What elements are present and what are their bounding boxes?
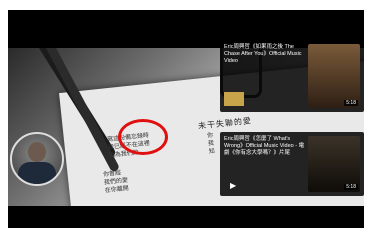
red-circle-annotation bbox=[118, 119, 168, 155]
end-card-video-1[interactable]: Eric周興哲《如果雨之後 The Chase After You》Offici… bbox=[220, 40, 364, 112]
end-card-video-2[interactable]: Eric周興哲《怎麼了 What's Wrong》Official Music … bbox=[220, 132, 364, 196]
duration-badge: 5:18 bbox=[344, 184, 358, 190]
play-icon: ▶ bbox=[230, 181, 237, 190]
avatar-head bbox=[28, 142, 46, 162]
end-card-thumbnail bbox=[308, 44, 360, 108]
end-card-title: Eric周興哲《如果雨之後 The Chase After You》Offici… bbox=[224, 44, 302, 64]
end-card-title: Eric周興哲《怎麼了 What's Wrong》Official Music … bbox=[224, 136, 305, 156]
letterbox-bottom bbox=[8, 206, 364, 228]
channel-avatar[interactable] bbox=[10, 132, 64, 186]
avatar-body bbox=[18, 162, 56, 184]
thumbnail-caption-block bbox=[224, 92, 244, 106]
duration-badge: 5:18 bbox=[344, 100, 358, 106]
paper-paragraph-bottom: 你曾經 我們的愛 在你離開 bbox=[102, 169, 130, 195]
